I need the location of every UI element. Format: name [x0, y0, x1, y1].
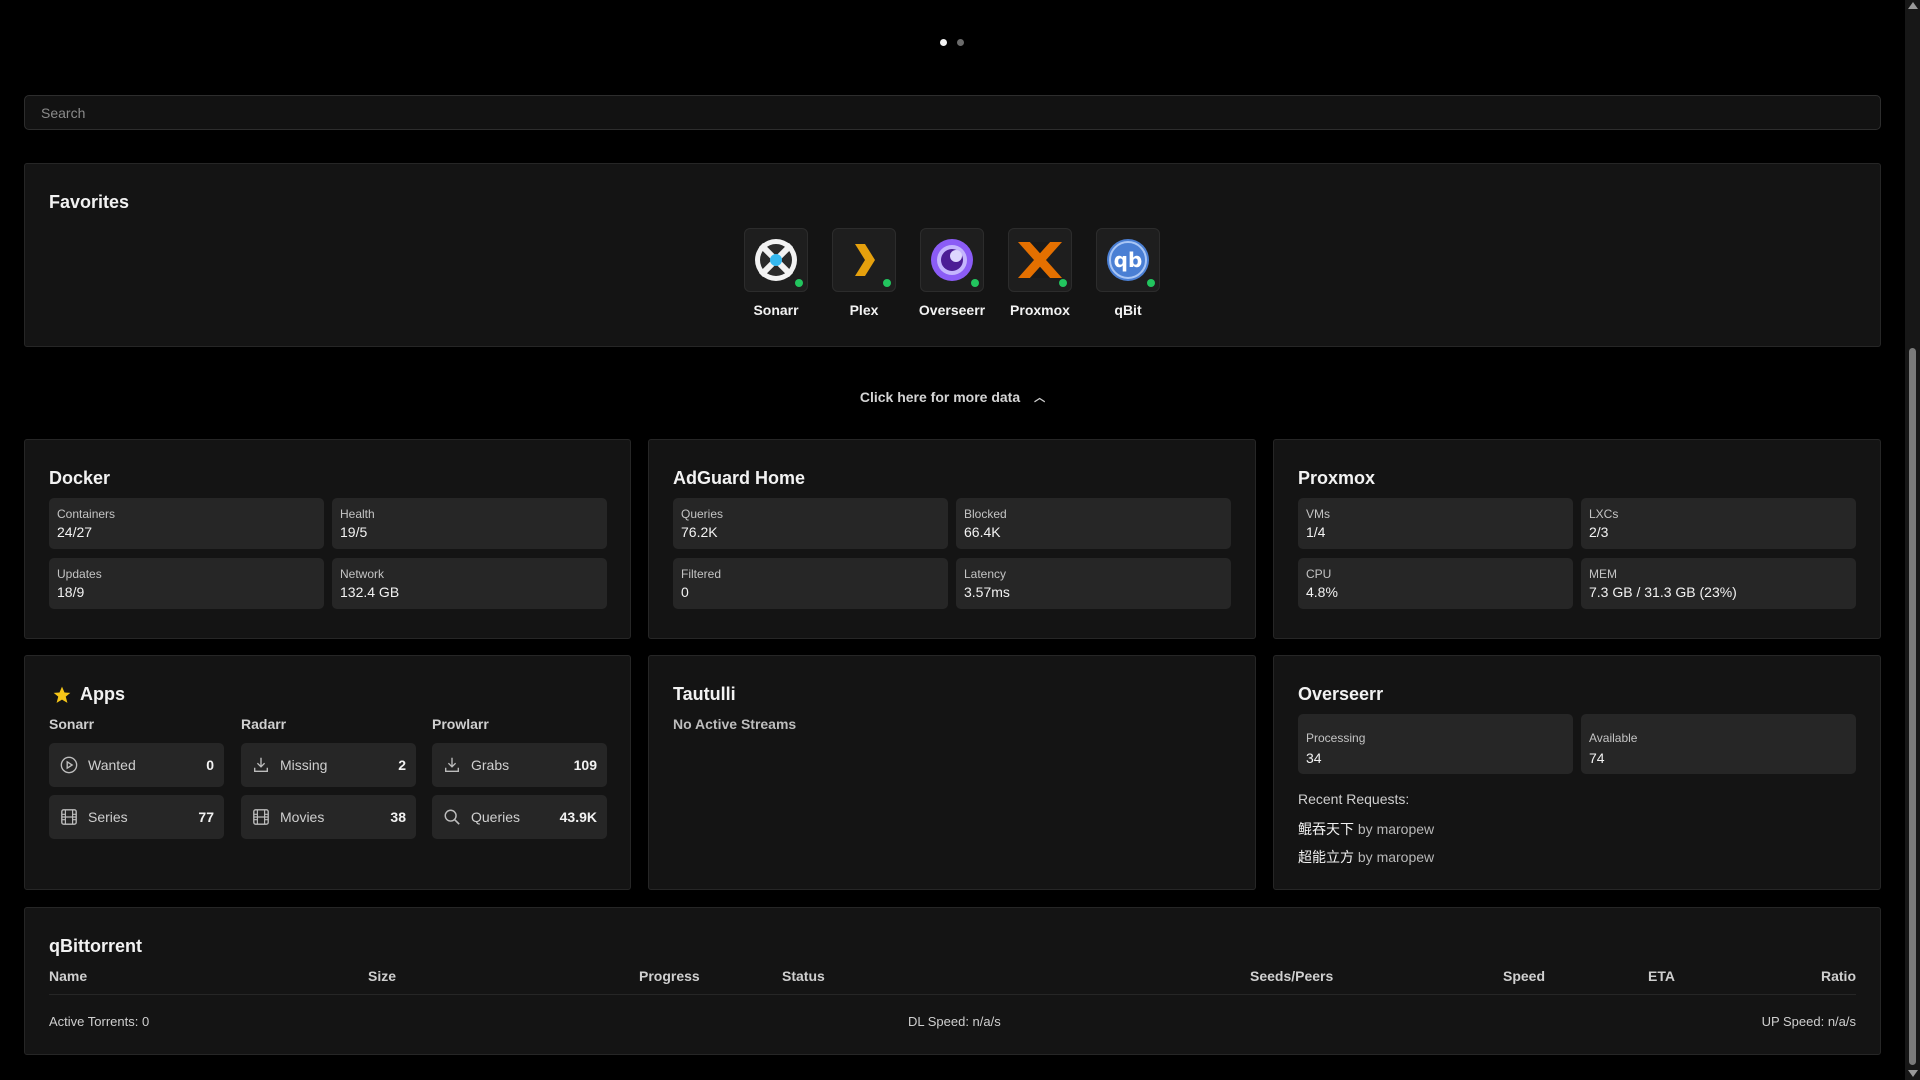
dl-speed: DL Speed: n/a/s	[908, 1014, 1001, 1029]
scrollbar[interactable]	[1905, 0, 1920, 1080]
sonarr-heading: Sonarr	[49, 716, 95, 732]
column-size[interactable]: Size	[368, 968, 396, 984]
proxmox-icon	[1018, 242, 1062, 278]
column-ratio[interactable]: Ratio	[1821, 968, 1856, 984]
stat-updates: Updates 18/9	[49, 558, 324, 609]
status-dot	[1059, 279, 1067, 287]
chevron-up-icon: ︿	[1034, 392, 1046, 404]
stat-available: Available 74	[1581, 714, 1856, 774]
column-seeds-peers[interactable]: Seeds/Peers	[1250, 968, 1333, 984]
film-icon	[251, 807, 271, 827]
prowlarr-heading: Prowlarr	[432, 716, 489, 732]
proxmox-panel: Proxmox VMs 1/4 LXCs 2/3 CPU 4.8% MEM 7.…	[1273, 439, 1881, 639]
adguard-panel: AdGuard Home Queries 76.2K Blocked 66.4K…	[648, 439, 1256, 639]
search-icon	[442, 807, 462, 827]
favorites-panel: Favorites Sonarr Plex Overseerr Proxmox …	[24, 163, 1881, 347]
stat-cpu: CPU 4.8%	[1298, 558, 1573, 609]
sonarr-series-button[interactable]: Series 77	[49, 795, 224, 839]
radarr-missing-button[interactable]: Missing 2	[241, 743, 416, 787]
column-eta[interactable]: ETA	[1648, 968, 1675, 984]
tautulli-panel: Tautulli No Active Streams	[648, 655, 1256, 890]
favorite-proxmox[interactable]: Proxmox	[1008, 228, 1072, 318]
stat-filtered: Filtered 0	[673, 558, 948, 609]
favorite-overseerr[interactable]: Overseerr	[918, 228, 986, 318]
favorite-label: qBit	[1114, 302, 1142, 318]
film-icon	[59, 807, 79, 827]
plex-icon	[855, 244, 875, 276]
favorite-plex[interactable]: Plex	[832, 228, 896, 318]
divider	[49, 994, 1856, 995]
stat-latency: Latency 3.57ms	[956, 558, 1231, 609]
play-circle-icon	[59, 755, 79, 775]
download-icon	[251, 755, 271, 775]
favorites-title: Favorites	[49, 192, 130, 212]
status-dot	[883, 279, 891, 287]
scrollbar-thumb[interactable]	[1909, 348, 1916, 1065]
recent-requests-title: Recent Requests:	[1298, 791, 1410, 807]
qbittorrent-title: qBittorrent	[49, 936, 142, 956]
overseerr-panel: Overseerr Processing 34 Available 74 Rec…	[1273, 655, 1881, 890]
qbittorrent-panel: qBittorrent Name Size Progress Status Se…	[24, 907, 1881, 1055]
stat-network: Network 132.4 GB	[332, 558, 607, 609]
stat-containers: Containers 24/27	[49, 498, 324, 549]
scroll-down-icon[interactable]	[1908, 1070, 1918, 1077]
column-speed[interactable]: Speed	[1503, 968, 1545, 984]
download-icon	[442, 755, 462, 775]
request-item[interactable]: 超能立方 by maropew	[1298, 847, 1434, 867]
page-dot-1[interactable]	[940, 39, 947, 46]
docker-title: Docker	[49, 468, 111, 488]
tautulli-title: Tautulli	[673, 684, 736, 704]
up-speed: UP Speed: n/a/s	[1761, 1014, 1856, 1029]
overseerr-title: Overseerr	[1298, 684, 1384, 704]
more-data-label: Click here for more data	[859, 389, 1021, 405]
status-dot	[1147, 279, 1155, 287]
column-status[interactable]: Status	[782, 968, 825, 984]
column-name[interactable]: Name	[49, 968, 87, 984]
stat-vms: VMs 1/4	[1298, 498, 1573, 549]
radarr-heading: Radarr	[241, 716, 287, 732]
stat-health: Health 19/5	[332, 498, 607, 549]
favorite-sonarr[interactable]: Sonarr	[744, 228, 808, 318]
search-input[interactable]	[24, 95, 1881, 130]
favorite-label: Plex	[849, 302, 879, 318]
favorite-label: Sonarr	[753, 302, 799, 318]
stat-blocked: Blocked 66.4K	[956, 498, 1231, 549]
star-icon	[53, 686, 71, 703]
tautulli-status: No Active Streams	[673, 716, 797, 732]
column-progress[interactable]: Progress	[639, 968, 700, 984]
status-dot	[795, 279, 803, 287]
radarr-movies-button[interactable]: Movies 38	[241, 795, 416, 839]
qbittorrent-icon: qb	[1107, 239, 1149, 281]
stat-queries: Queries 76.2K	[673, 498, 948, 549]
apps-title: Apps	[80, 684, 125, 704]
request-item[interactable]: 鲲吞天下 by maropew	[1298, 819, 1434, 839]
prowlarr-grabs-button[interactable]: Grabs 109	[432, 743, 607, 787]
stat-mem: MEM 7.3 GB / 31.3 GB (23%)	[1581, 558, 1856, 609]
stat-processing: Processing 34	[1298, 714, 1573, 774]
favorite-label: Overseerr	[918, 302, 986, 318]
docker-panel: Docker Containers 24/27 Health 19/5 Upda…	[24, 439, 631, 639]
favorite-qbit[interactable]: qb qBit	[1096, 228, 1160, 318]
sonarr-wanted-button[interactable]: Wanted 0	[49, 743, 224, 787]
page-dot-2[interactable]	[957, 39, 964, 46]
adguard-title: AdGuard Home	[673, 468, 806, 488]
status-dot	[971, 279, 979, 287]
stat-lxcs: LXCs 2/3	[1581, 498, 1856, 549]
page-indicator	[940, 39, 964, 46]
proxmox-title: Proxmox	[1298, 468, 1376, 488]
sonarr-icon	[755, 239, 797, 281]
apps-panel: Apps Sonarr Radarr Prowlarr Wanted 0 Ser…	[24, 655, 631, 890]
more-data-toggle[interactable]: Click here for more data ︿	[0, 389, 1905, 406]
overseerr-icon	[931, 239, 973, 281]
scroll-up-icon[interactable]	[1908, 2, 1918, 9]
prowlarr-queries-button[interactable]: Queries 43.9K	[432, 795, 607, 839]
favorite-label: Proxmox	[1010, 302, 1070, 318]
active-torrents: Active Torrents: 0	[49, 1014, 150, 1029]
favorites-list: Sonarr Plex Overseerr Proxmox qb qBit	[744, 228, 1160, 318]
svg-text:qb: qb	[1114, 248, 1143, 272]
